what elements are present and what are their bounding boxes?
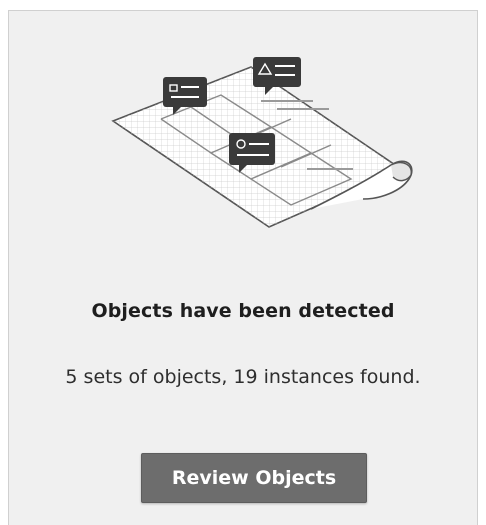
detection-title: Objects have been detected — [91, 300, 395, 322]
review-objects-button[interactable]: Review Objects — [141, 453, 367, 503]
blueprint-with-callouts-icon — [101, 49, 421, 239]
detection-summary: 5 sets of objects, 19 instances found. — [65, 366, 421, 388]
detection-result-card: Objects have been detected 5 sets of obj… — [8, 10, 478, 525]
